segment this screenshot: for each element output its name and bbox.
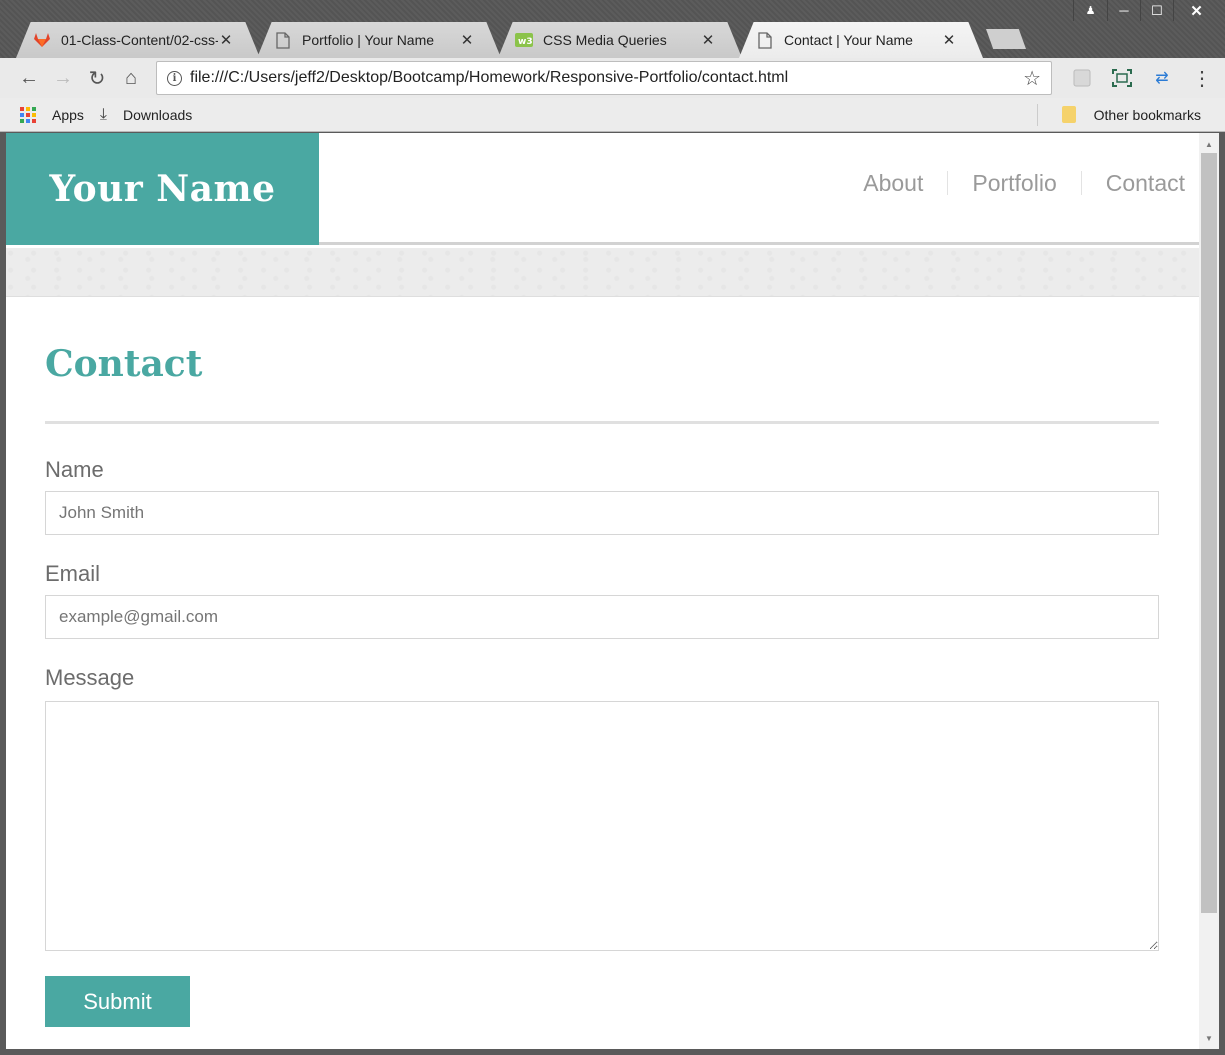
tab-title: Contact | Your Name xyxy=(784,32,913,48)
other-bookmarks-label: Other bookmarks xyxy=(1093,106,1201,123)
tab-close-icon[interactable]: ✕ xyxy=(459,31,475,49)
apps-grid-icon xyxy=(20,106,36,123)
address-bar[interactable]: i file:///C:/Users/jeff2/Desktop/Bootcam… xyxy=(156,61,1052,95)
nav-link-contact[interactable]: Contact xyxy=(1080,171,1185,195)
close-window-icon[interactable]: ✕ xyxy=(1173,0,1219,21)
nav-link-about[interactable]: About xyxy=(839,171,947,195)
scroll-up-arrow-icon[interactable]: ▲ xyxy=(1199,135,1219,153)
header-texture-band xyxy=(6,248,1199,297)
tab-portfolio[interactable]: Portfolio | Your Name ✕ xyxy=(257,22,501,58)
bookmark-apps-label: Apps xyxy=(52,106,84,123)
tab-strip: 01-Class-Content/02-css- ✕ Portfolio | Y… xyxy=(16,20,1026,58)
window-frame-right xyxy=(1219,133,1225,1055)
brand-logo[interactable]: Your Name xyxy=(6,133,319,245)
tab-close-icon[interactable]: ✕ xyxy=(218,31,234,49)
message-field[interactable] xyxy=(45,701,1159,951)
profile-icon[interactable]: ♟ xyxy=(1073,0,1107,21)
name-label: Name xyxy=(45,457,104,482)
gitlab-fox-icon xyxy=(33,31,51,49)
bookmark-downloads-label: Downloads xyxy=(123,106,193,123)
new-tab-button[interactable] xyxy=(986,29,1026,49)
bookmark-downloads[interactable]: ⤓ Downloads xyxy=(100,106,192,124)
document-icon xyxy=(274,31,292,49)
screen-capture-icon[interactable] xyxy=(1102,64,1142,92)
contact-section: Contact Name Email Message Submit xyxy=(45,297,1159,1027)
name-field[interactable] xyxy=(45,491,1159,535)
submit-button[interactable]: Submit xyxy=(45,976,190,1027)
title-divider xyxy=(45,421,1159,424)
contact-form: Name Email Message Submit xyxy=(45,457,1159,1027)
bookmarks-separator xyxy=(1037,104,1038,126)
bookmark-apps[interactable]: Apps xyxy=(20,106,84,123)
browser-titlebar: ♟ ─ ☐ ✕ 01-Class-Content/02-css- ✕ Portf… xyxy=(0,0,1225,58)
browser-toolbar: ← → ↻ ⌂ i file:///C:/Users/jeff2/Desktop… xyxy=(0,58,1225,98)
folder-icon xyxy=(1061,106,1076,123)
menu-dots-icon[interactable]: ⋮ xyxy=(1182,64,1222,92)
window-frame-bottom xyxy=(0,1049,1225,1055)
svg-text:w3: w3 xyxy=(518,37,533,47)
page-scrollbar[interactable]: ▲ ▼ xyxy=(1199,133,1219,1049)
other-bookmarks[interactable]: Other bookmarks xyxy=(1061,106,1201,123)
brand-name[interactable]: Your Name xyxy=(50,168,276,210)
minimize-icon[interactable]: ─ xyxy=(1107,0,1140,21)
sync-arrows-icon[interactable]: ⇄ xyxy=(1142,64,1182,92)
window-controls: ♟ ─ ☐ ✕ xyxy=(1073,0,1219,22)
page-viewport: Your Name About Portfolio Contact Contac… xyxy=(6,133,1199,1049)
document-icon xyxy=(756,31,774,49)
scroll-thumb[interactable] xyxy=(1201,153,1217,913)
tab-title: Portfolio | Your Name xyxy=(302,32,435,48)
forward-arrow-icon[interactable]: → xyxy=(46,63,80,93)
tab-class-content[interactable]: 01-Class-Content/02-css- ✕ xyxy=(16,22,260,58)
maximize-icon[interactable]: ☐ xyxy=(1140,0,1173,21)
tab-css-media-queries[interactable]: w3 CSS Media Queries ✕ xyxy=(498,22,742,58)
page-title: Contact xyxy=(45,343,203,385)
w3-icon: w3 xyxy=(515,31,533,49)
bookmark-star-icon[interactable]: ☆ xyxy=(1023,66,1041,91)
nav-link-portfolio[interactable]: Portfolio xyxy=(947,171,1080,195)
email-field[interactable] xyxy=(45,595,1159,639)
download-icon: ⤓ xyxy=(99,105,107,123)
extension-icons: ⇄ ⋮ xyxy=(1062,64,1222,92)
back-arrow-icon[interactable]: ← xyxy=(12,63,46,93)
tab-close-icon[interactable]: ✕ xyxy=(941,31,957,49)
url-text[interactable]: file:///C:/Users/jeff2/Desktop/Bootcamp/… xyxy=(190,69,1023,87)
scroll-down-arrow-icon[interactable]: ▼ xyxy=(1199,1029,1219,1047)
site-nav: About Portfolio Contact xyxy=(839,171,1185,195)
reload-icon[interactable]: ↻ xyxy=(80,63,114,93)
tab-title: 01-Class-Content/02-css- xyxy=(61,32,218,48)
home-icon[interactable]: ⌂ xyxy=(114,63,148,93)
extension-shield-icon[interactable] xyxy=(1062,64,1102,92)
tab-close-icon[interactable]: ✕ xyxy=(700,31,716,49)
tab-contact[interactable]: Contact | Your Name ✕ xyxy=(739,22,983,58)
message-label: Message xyxy=(45,665,135,690)
info-icon[interactable]: i xyxy=(167,70,182,86)
email-label: Email xyxy=(45,561,101,586)
tab-title: CSS Media Queries xyxy=(543,32,667,48)
bookmarks-bar: Apps ⤓ Downloads Other bookmarks xyxy=(0,98,1225,132)
site-header: Your Name About Portfolio Contact xyxy=(6,133,1199,245)
